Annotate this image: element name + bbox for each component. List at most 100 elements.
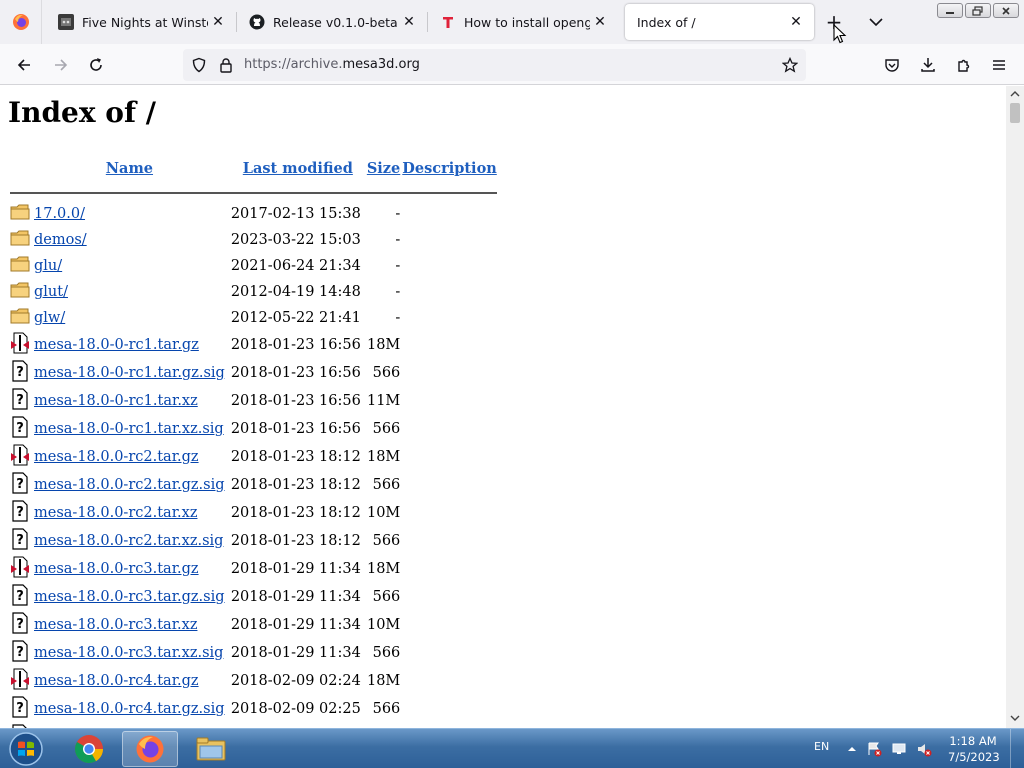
taskbar-file-explorer[interactable] <box>183 731 239 767</box>
file-link[interactable]: glu/ <box>34 258 62 274</box>
tab-github-release[interactable]: Release v0.1.0-beta · Oper ✕ <box>237 4 427 40</box>
row-name-cell: mesa-18.0.0-rc3.tar.gz <box>34 556 225 582</box>
file-link[interactable]: demos/ <box>34 232 87 248</box>
file-link[interactable]: glut/ <box>34 284 68 300</box>
bookmark-star-icon[interactable] <box>781 56 799 74</box>
back-button[interactable] <box>9 50 39 80</box>
sort-by-size-link[interactable]: Size <box>367 160 400 177</box>
close-window-button[interactable] <box>993 3 1019 18</box>
row-modified-cell: 2018-01-29 11:34 <box>230 589 361 605</box>
row-modified-cell: 2012-05-22 21:41 <box>230 310 361 326</box>
row-icon-cell: ? <box>10 640 32 666</box>
file-link[interactable]: mesa-18.0-0-rc1.tar.xz.sig <box>34 421 224 437</box>
shield-icon[interactable] <box>190 56 208 74</box>
tab-strip: Five Nights at Winston's ✕ Release v0.1.… <box>0 0 1024 44</box>
sort-by-name-link[interactable]: Name <box>106 160 153 177</box>
sort-by-description-link[interactable]: Description <box>402 160 497 177</box>
folder-icon <box>10 282 30 303</box>
volume-muted-icon[interactable] <box>916 741 932 757</box>
row-description-cell <box>402 228 497 252</box>
tab-index-of[interactable]: Index of / ✕ <box>625 4 814 40</box>
close-icon[interactable]: ✕ <box>786 12 806 32</box>
row-description-cell <box>402 254 497 278</box>
clock-date: 7/5/2023 <box>948 750 1000 764</box>
tab-opengl-install[interactable]: How to install opengl on ✕ <box>428 4 618 40</box>
file-link[interactable]: mesa-18.0.0-rc3.tar.xz.sig <box>34 645 223 661</box>
row-description-cell <box>402 612 497 638</box>
row-size-cell: 566 <box>372 477 401 493</box>
sort-by-modified-link[interactable]: Last modified <box>243 160 353 177</box>
page-content: Index of / Name Last modified Size Descr… <box>0 86 1006 728</box>
row-icon-cell <box>10 444 32 470</box>
row-description-cell <box>402 332 497 358</box>
file-link[interactable]: mesa-18.0.0-rc2.tar.gz.sig <box>34 477 225 493</box>
url-bar[interactable]: https://archive.mesa3d.org <box>183 49 806 81</box>
taskbar-chrome[interactable] <box>61 731 117 767</box>
extensions-button[interactable] <box>949 50 979 80</box>
restore-button[interactable] <box>965 3 991 18</box>
file-link[interactable]: mesa-18.0.0-rc3.tar.gz.sig <box>34 589 225 605</box>
unknown-file-icon: ? <box>10 472 30 498</box>
file-link[interactable]: mesa-18.0-0-rc1.tar.gz.sig <box>34 365 225 381</box>
tab-five-nights[interactable]: Five Nights at Winston's ✕ <box>46 4 236 40</box>
list-all-tabs-button[interactable] <box>864 10 888 34</box>
forward-button[interactable] <box>46 50 76 80</box>
row-modified-cell: 2018-01-23 16:56 <box>230 365 361 381</box>
row-description-cell <box>402 360 497 386</box>
chrome-icon <box>75 735 103 763</box>
close-icon[interactable]: ✕ <box>590 12 610 32</box>
close-icon[interactable]: ✕ <box>399 12 419 32</box>
tab-title: How to install opengl on <box>464 14 590 30</box>
row-description-cell <box>402 444 497 470</box>
show-hidden-icons-icon[interactable] <box>844 741 860 757</box>
file-link[interactable]: mesa-18.0.0-rc2.tar.xz <box>34 505 197 521</box>
close-icon[interactable]: ✕ <box>208 12 228 32</box>
row-modified-cell: 2018-01-23 16:56 <box>230 337 361 353</box>
file-link[interactable]: mesa-18.0.0-rc3.tar.gz <box>34 561 199 577</box>
action-center-flag-icon[interactable] <box>866 741 882 757</box>
scroll-up-arrow-icon[interactable] <box>1010 89 1020 99</box>
file-link[interactable]: mesa-18.0-0-rc1.tar.xz <box>34 393 198 409</box>
file-link[interactable]: mesa-18.0.0-rc2.tar.xz.sig <box>34 533 223 549</box>
file-link[interactable]: mesa-18.0-0-rc1.tar.gz <box>34 337 199 353</box>
table-row: glu/2021-06-24 21:34 - <box>10 254 497 278</box>
taskbar-firefox[interactable] <box>122 731 178 767</box>
minimize-button[interactable] <box>937 3 963 18</box>
github-icon <box>249 14 265 30</box>
vertical-scrollbar[interactable] <box>1006 86 1024 728</box>
start-button[interactable] <box>6 730 46 768</box>
app-menu-button[interactable] <box>984 50 1014 80</box>
row-description-cell <box>402 472 497 498</box>
network-icon[interactable] <box>891 741 907 757</box>
table-row: ? mesa-18.0-0-rc1.tar.xz 2018-01-23 16:56 1… <box>10 388 497 414</box>
downloads-button[interactable] <box>913 50 943 80</box>
file-link[interactable]: mesa-18.0.0-rc4.tar.gz <box>34 673 199 689</box>
file-link[interactable]: mesa-18.0.0-rc3.tar.xz <box>34 617 197 633</box>
file-link[interactable]: 17.0.0/ <box>34 206 85 222</box>
row-icon-cell: ? <box>10 360 32 386</box>
row-modified-cell: 2018-01-23 16:56 <box>230 393 361 409</box>
unknown-file-icon: ? <box>10 388 30 414</box>
pocket-button[interactable] <box>877 50 907 80</box>
scroll-down-arrow-icon[interactable] <box>1010 713 1020 723</box>
row-name-cell: mesa-18.0.0-rc4.tar.gz <box>34 668 225 694</box>
row-name-cell: mesa-18.0-0-rc1.tar.gz <box>34 332 225 358</box>
scrollbar-thumb[interactable] <box>1010 103 1020 123</box>
file-link[interactable]: mesa-18.0.0-rc4.tar.gz.sig <box>34 701 225 717</box>
show-desktop-button[interactable] <box>1010 729 1024 768</box>
system-clock[interactable]: 1:18 AM 7/5/2023 <box>948 733 1000 765</box>
table-row: glw/2012-05-22 21:41 - <box>10 306 497 330</box>
row-icon-cell <box>10 254 32 278</box>
arrow-left-icon <box>17 59 30 71</box>
lock-icon[interactable] <box>217 56 235 74</box>
url-text[interactable]: https://archive.mesa3d.org <box>244 57 420 72</box>
file-link[interactable]: mesa-18.0.0-rc2.tar.gz <box>34 449 199 465</box>
reload-button[interactable] <box>81 50 111 80</box>
directory-listing-table: Name Last modified Size Description 17.0… <box>8 152 499 728</box>
input-language-indicator[interactable]: EN <box>814 740 829 753</box>
firefox-menu-button[interactable] <box>0 0 42 44</box>
row-icon-cell: ? <box>10 388 32 414</box>
archive-file-icon <box>10 668 30 694</box>
row-name-cell: demos/ <box>34 228 225 252</box>
file-link[interactable]: glw/ <box>34 310 65 326</box>
